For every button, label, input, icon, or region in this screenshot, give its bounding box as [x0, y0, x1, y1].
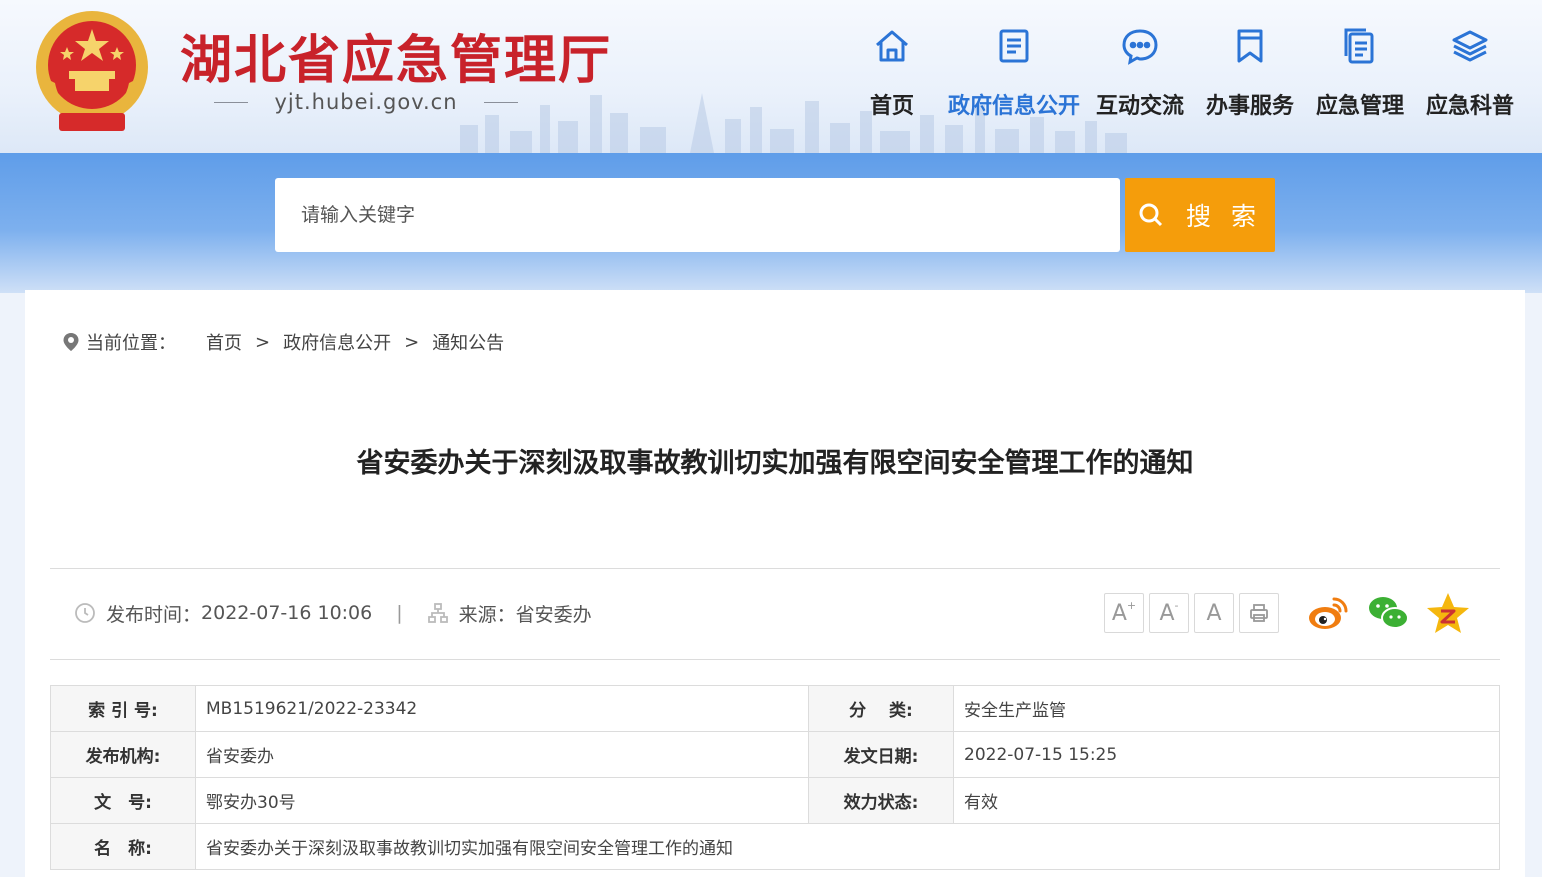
table-row: 文 号: 鄂安办30号 效力状态: 有效 [50, 777, 1500, 824]
document-number-value: 鄂安办30号 [195, 777, 809, 824]
index-number-label: 索 引 号: [50, 685, 196, 732]
share-qzone-button[interactable] [1426, 591, 1470, 635]
source-label: 来源： [458, 603, 516, 626]
table-row: 名 称: 省安委办关于深刻汲取事故教训切实加强有限空间安全管理工作的通知 [50, 823, 1500, 870]
font-reset-glyph: A [1206, 600, 1222, 626]
index-number-value: MB1519621/2022-23342 [195, 685, 809, 732]
issuer-label: 发布机构: [50, 731, 196, 778]
nav-item-science[interactable]: 应急科普 [1420, 22, 1520, 122]
publish-time-value: 2022-07-16 10:06 [201, 602, 373, 624]
source-icon [427, 603, 448, 623]
site-domain-row: yjt.hubei.gov.cn [214, 88, 518, 116]
source-value: 省安委办 [515, 603, 592, 626]
breadcrumb-separator: > [255, 331, 271, 353]
article-title: 省安委办关于深刻汲取事故教训切实加强有限空间安全管理工作的通知 [356, 448, 1194, 479]
font-increase-glyph: A [1111, 600, 1127, 626]
issue-date-label: 发文日期: [808, 731, 954, 778]
home-icon [876, 30, 908, 62]
nav-item-interaction[interactable]: 互动交流 [1090, 22, 1190, 122]
font-decrease-button[interactable]: A- [1149, 593, 1189, 633]
wechat-icon [1369, 597, 1409, 629]
search-button-label: 搜 索 [1186, 202, 1262, 231]
document-number-label: 文 号: [50, 777, 196, 824]
printer-icon [1250, 604, 1268, 622]
nav-item-services[interactable]: 办事服务 [1200, 22, 1300, 122]
layers-icon [1452, 30, 1488, 62]
font-increase-mark: + [1126, 598, 1137, 612]
document-name-label: 名 称: [50, 823, 196, 870]
nav-item-emergency-management[interactable]: 应急管理 [1310, 22, 1410, 122]
breadcrumb-notices[interactable]: 通知公告 [432, 329, 504, 355]
breadcrumb-home[interactable]: 首页 [206, 329, 242, 355]
breadcrumb-gov-info[interactable]: 政府信息公开 [283, 329, 391, 355]
nav-label: 政府信息公开 [947, 94, 1080, 119]
chat-icon [1122, 29, 1158, 65]
domain-dash-right [484, 101, 518, 103]
site-header: 湖北省应急管理厅 yjt.hubei.gov.cn 首页 政府信息公开 互动交流 [0, 0, 1542, 153]
document-name-value: 省安委办关于深刻汲取事故教训切实加强有限空间安全管理工作的通知 [195, 823, 1500, 870]
qzone-star-icon [1427, 593, 1469, 633]
table-row: 发布机构: 省安委办 发文日期: 2022-07-15 15:25 [50, 731, 1500, 778]
meta-separator: | [396, 602, 403, 624]
location-pin-icon [63, 333, 79, 351]
category-label: 分 类: [808, 685, 954, 732]
search-input[interactable] [301, 204, 1120, 226]
validity-status-label: 效力状态: [808, 777, 954, 824]
share-weibo-button[interactable] [1306, 591, 1350, 635]
nav-label: 应急科普 [1425, 94, 1514, 119]
print-button[interactable] [1239, 593, 1279, 633]
files-icon [1344, 28, 1374, 64]
weibo-icon [1309, 597, 1348, 629]
bookmark-icon [1237, 29, 1263, 63]
issuer-value: 省安委办 [195, 731, 809, 778]
validity-status-value: 有效 [953, 777, 1500, 824]
site-title[interactable]: 湖北省应急管理厅 [180, 18, 612, 93]
share-wechat-button[interactable] [1366, 591, 1410, 635]
table-row: 索 引 号: MB1519621/2022-23342 分 类: 安全生产监管 [50, 685, 1500, 732]
issue-date-value: 2022-07-15 15:25 [953, 731, 1500, 778]
breadcrumb-label: 当前位置： [86, 333, 176, 354]
search-icon [1139, 203, 1163, 227]
document-icon [999, 29, 1029, 63]
font-decrease-mark: - [1174, 598, 1179, 612]
breadcrumb-separator: > [404, 331, 420, 353]
font-increase-button[interactable]: A + [1104, 593, 1144, 633]
category-value: 安全生产监管 [953, 685, 1500, 732]
divider [50, 659, 1500, 660]
nav-item-gov-info[interactable]: 政府信息公开 [948, 22, 1080, 122]
search-box [275, 178, 1120, 252]
domain-dash-left [214, 101, 248, 103]
font-decrease-glyph: A [1159, 600, 1175, 626]
search-button[interactable]: 搜 索 [1125, 178, 1275, 252]
site-domain: yjt.hubei.gov.cn [274, 90, 458, 114]
nav-label: 首页 [869, 94, 914, 119]
national-emblem-logo [36, 11, 148, 131]
nav-item-home[interactable]: 首页 [842, 22, 942, 122]
clock-icon [75, 603, 95, 623]
breadcrumb: 当前位置： 首页 > 政府信息公开 > 通知公告 [62, 329, 504, 355]
publish-time-label: 发布时间： [106, 603, 202, 626]
document-info-table: 索 引 号: MB1519621/2022-23342 分 类: 安全生产监管 … [50, 685, 1500, 870]
article-meta: 发布时间： 2022-07-16 10:06 | 来源： 省安委办 [74, 598, 592, 628]
divider [50, 568, 1500, 569]
font-reset-button[interactable]: A [1194, 593, 1234, 633]
